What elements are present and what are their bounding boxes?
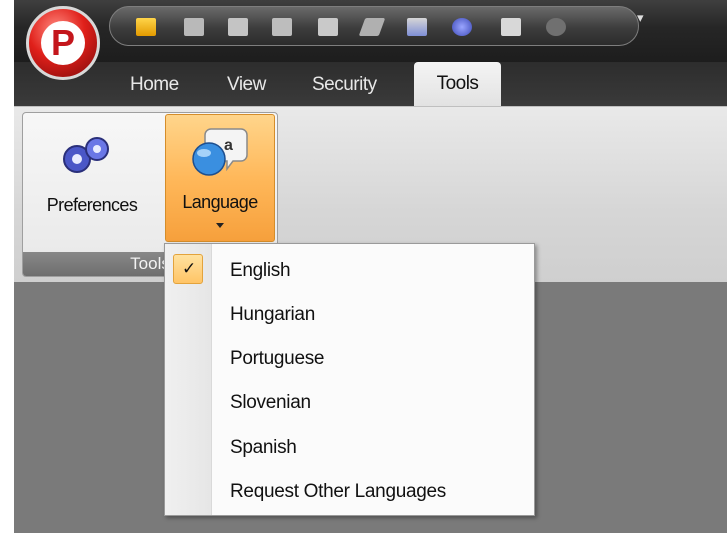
menu-item-label: English — [230, 260, 291, 281]
menu-item-english[interactable]: English — [212, 248, 534, 292]
language-label: Language — [182, 192, 258, 212]
tab-view[interactable]: View — [227, 74, 266, 96]
app-logo-icon: P — [41, 21, 85, 65]
settings-icon[interactable] — [452, 18, 472, 36]
title-bar: ▾ — [14, 0, 727, 62]
language-globe-icon: a — [192, 128, 248, 176]
document-icon[interactable] — [501, 18, 521, 36]
menu-item-request-other-languages[interactable]: Request Other Languages — [212, 469, 534, 513]
menu-item-label: Spanish — [230, 437, 297, 458]
menu-item-spanish[interactable]: Spanish — [212, 425, 534, 469]
preferences-button[interactable]: Preferences — [29, 115, 155, 245]
properties-icon[interactable] — [318, 18, 338, 36]
chevron-down-icon — [216, 223, 224, 228]
menu-item-label: Portuguese — [230, 348, 325, 369]
sign-icon[interactable] — [358, 18, 386, 36]
tab-security[interactable]: Security — [312, 74, 377, 96]
menu-item-label: Hungarian — [230, 304, 315, 325]
quick-access-toolbar — [109, 6, 639, 46]
checked-indicator: ✓ — [173, 254, 203, 284]
menu-item-slovenian[interactable]: Slovenian — [212, 380, 534, 424]
menu-item-label: Request Other Languages — [230, 481, 446, 502]
checkmark-icon: ✓ — [182, 259, 197, 278]
menu-gutter — [165, 244, 212, 515]
menu-item-hungarian[interactable]: Hungarian — [212, 292, 534, 336]
edit-icon[interactable] — [272, 18, 292, 36]
menu-item-portuguese[interactable]: Portuguese — [212, 336, 534, 380]
menu-item-label: Slovenian — [230, 392, 311, 413]
print-icon[interactable] — [228, 18, 248, 36]
preferences-label: Preferences — [46, 195, 138, 215]
app-logo-button[interactable]: P — [26, 6, 100, 80]
tab-home[interactable]: Home — [130, 74, 179, 96]
security-icon[interactable] — [407, 18, 427, 36]
app-logo-letter: P — [50, 22, 75, 63]
language-dropdown-menu: English ✓ Hungarian Portuguese Slovenian… — [164, 243, 535, 516]
customize-toolbar-icon[interactable]: ▾ — [637, 10, 644, 26]
more-commands-icon[interactable] — [546, 18, 566, 36]
tab-tools[interactable]: Tools — [414, 62, 501, 106]
open-folder-icon[interactable] — [136, 18, 156, 36]
svg-text:a: a — [224, 137, 233, 154]
save-icon[interactable] — [184, 18, 204, 36]
language-button[interactable]: a Language — [165, 114, 275, 242]
gears-icon — [63, 137, 109, 173]
